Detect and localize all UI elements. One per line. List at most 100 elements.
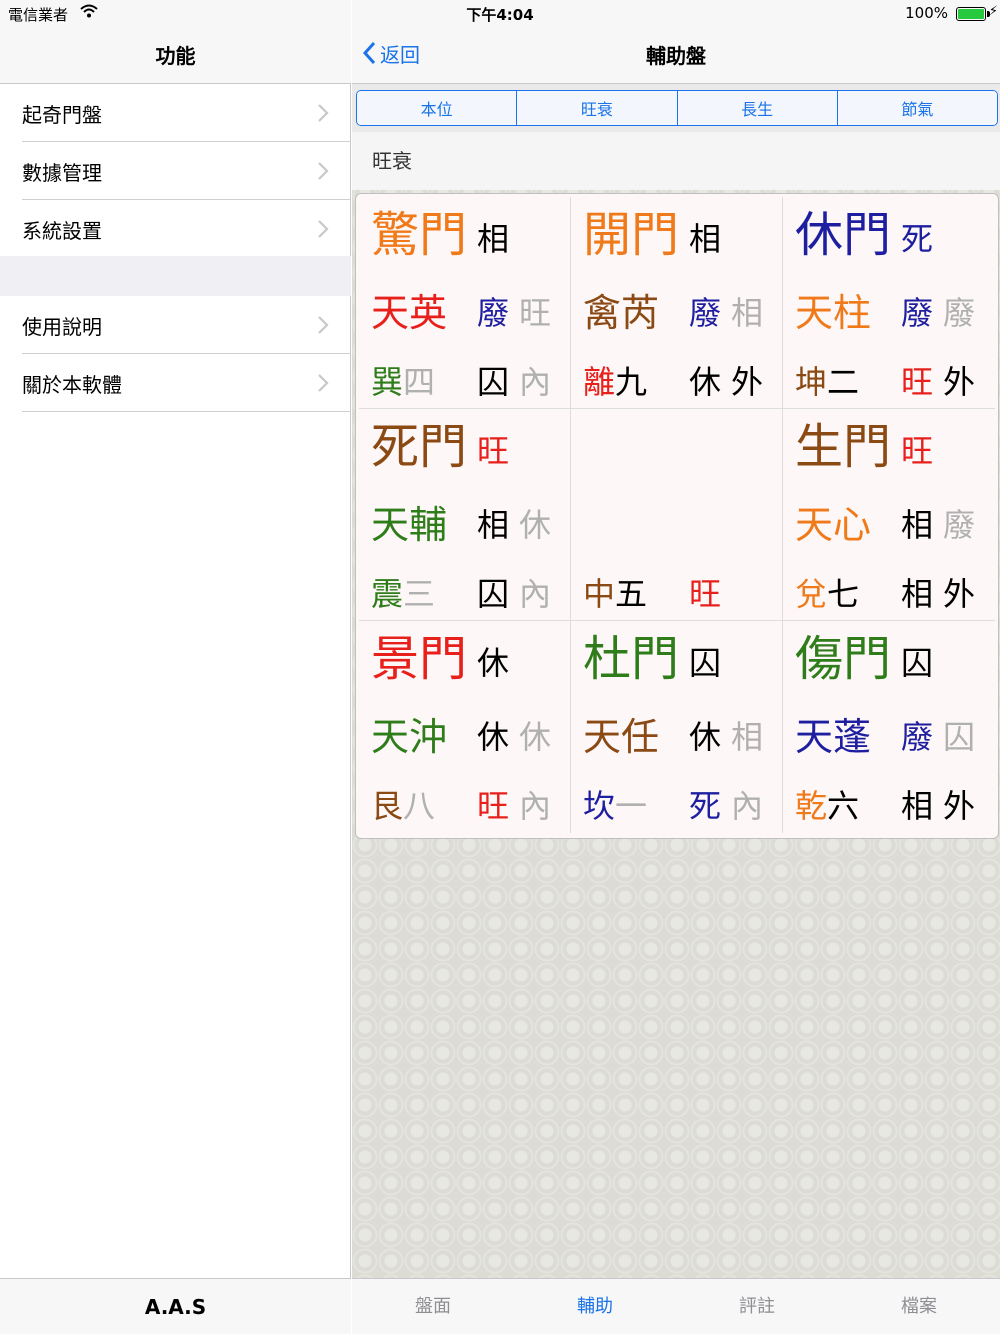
palace-s1: 相 — [901, 506, 934, 544]
palace-cell: 杜門囚天任休相坎一 死內 — [571, 621, 783, 833]
tab-files[interactable]: 檔案 — [838, 1279, 1000, 1334]
palace-star: 天英 — [371, 291, 448, 335]
palace-p1: 相 — [901, 575, 934, 613]
palace-star: 天柱 — [795, 291, 872, 335]
master-panel: 功能 起奇門盤 數據管理 系統設置 使用說明 關於本軟體 A.A.S — [0, 0, 351, 1334]
section-label: 旺衰 — [352, 132, 1000, 190]
battery-icon — [956, 7, 986, 21]
palace-s1: 相 — [477, 506, 510, 544]
palace-s2: 廢 — [943, 294, 976, 332]
palace-door: 景門 — [371, 631, 468, 687]
charging-icon: ⚡ — [988, 4, 998, 19]
palace-s2: 廢 — [943, 506, 976, 544]
segment-solar-terms[interactable]: 節氣 — [837, 91, 997, 125]
palace-pal: 震 — [371, 575, 404, 613]
palace-p2: 外 — [943, 787, 976, 825]
palace-s2: 相 — [731, 294, 764, 332]
palace-pal: 坎 — [583, 787, 616, 825]
palace-star: 禽芮 — [583, 291, 660, 335]
tab-bar: 盤面 輔助 評註 檔案 — [352, 1278, 1000, 1334]
menu-item-system-settings[interactable]: 系統設置 — [0, 200, 351, 258]
palace-door: 杜門 — [583, 631, 680, 687]
palace-cell: 休門死天柱廢廢坤二旺外 — [783, 197, 995, 409]
palace-cell: 死門旺天輔相休震三 囚內 — [359, 409, 571, 621]
clock-label: 下午4:04 — [466, 6, 534, 24]
tab-auxiliary[interactable]: 輔助 — [514, 1279, 676, 1334]
palace-doorState: 相 — [477, 220, 510, 258]
menu-item-about[interactable]: 關於本軟體 — [0, 354, 351, 412]
palace-s2: 休 — [519, 506, 552, 544]
menu-item-label: 使用說明 — [22, 314, 102, 339]
palace-p1: 旺 — [477, 787, 510, 825]
palace-pal: 巽 — [371, 363, 404, 401]
palace-cell: 生門旺天心相廢兌七 相外 — [783, 409, 995, 621]
menu-item-label: 系統設置 — [22, 218, 102, 243]
palace-s2: 休 — [519, 718, 552, 756]
detail-title: 輔助盤 — [646, 44, 706, 68]
segment-prosperity[interactable]: 旺衰 — [517, 91, 678, 125]
nine-palace-board: 驚門相天英廢旺巽四囚內開門相禽芮廢相離九休外休門死天柱廢廢坤二旺外死門旺天輔相休… — [355, 193, 999, 839]
palace-pal: 離 — [583, 363, 616, 401]
palace-star: 天沖 — [371, 715, 448, 759]
palace-num: 四 — [403, 363, 436, 401]
palace-star: 天輔 — [371, 503, 448, 547]
palace-s2: 囚 — [943, 718, 976, 756]
palace-s1: 廢 — [901, 718, 934, 756]
segmented-control: 本位 旺衰 長生 節氣 — [356, 90, 998, 126]
palace-p1: 囚 — [477, 575, 510, 613]
palace-p2: 內 — [519, 363, 552, 401]
palace-pal: 乾 — [795, 787, 828, 825]
menu-item-user-guide[interactable]: 使用說明 — [0, 296, 351, 354]
menu-item-data-management[interactable]: 數據管理 — [0, 142, 351, 200]
detail-panel: 返回 輔助盤 本位 旺衰 長生 節氣 旺衰 驚門相天英廢旺巽四囚內開門相禽芮廢相… — [352, 0, 1000, 1334]
palace-num: 三 — [403, 575, 436, 613]
palace-s1: 廢 — [901, 294, 934, 332]
palace-door: 死門 — [371, 419, 468, 475]
chevron-right-icon — [318, 374, 329, 392]
palace-star: 天蓬 — [795, 715, 872, 759]
menu-group-main: 起奇門盤 數據管理 系統設置 — [0, 84, 351, 258]
palace-p2: 內 — [731, 787, 764, 825]
palace-s2: 相 — [731, 718, 764, 756]
palace-num: 七 — [827, 575, 860, 613]
palace-s1: 休 — [689, 718, 722, 756]
palace-p1: 死 — [689, 787, 722, 825]
menu-item-label: 關於本軟體 — [22, 372, 122, 397]
palace-p1: 旺 — [901, 363, 934, 401]
palace-cell: 驚門相天英廢旺巽四 囚內 — [359, 197, 571, 409]
menu-item-label: 數據管理 — [22, 160, 102, 185]
palace-num: 五 — [615, 575, 648, 613]
palace-p1: 相 — [901, 787, 934, 825]
palace-pal: 艮 — [371, 787, 404, 825]
palace-doorState: 相 — [689, 220, 722, 258]
group-separator — [0, 256, 351, 296]
palace-doorState: 囚 — [689, 644, 722, 682]
chevron-right-icon — [318, 220, 329, 238]
palace-p2: 外 — [943, 363, 976, 401]
master-footer-tab[interactable]: A.A.S — [0, 1278, 351, 1334]
palace-p1: 休 — [689, 363, 722, 401]
palace-p1: 囚 — [477, 363, 510, 401]
palace-doorState: 死 — [901, 220, 934, 258]
segment-growth[interactable]: 長生 — [677, 91, 838, 125]
palace-num: 二 — [827, 363, 860, 401]
master-title: 功能 — [155, 44, 196, 68]
tab-comments[interactable]: 評註 — [676, 1279, 838, 1334]
segment-base[interactable]: 本位 — [357, 91, 518, 125]
palace-p2: 內 — [519, 575, 552, 613]
palace-s2: 旺 — [519, 294, 552, 332]
menu-item-qimen-board[interactable]: 起奇門盤 — [0, 84, 351, 142]
palace-p2: 外 — [731, 363, 764, 401]
palace-doorState: 旺 — [901, 432, 934, 470]
chevron-right-icon — [318, 316, 329, 334]
palace-cell: 傷門囚天蓬廢囚乾六相外 — [783, 621, 995, 833]
palace-p2: 內 — [519, 787, 552, 825]
palace-s1: 廢 — [477, 294, 510, 332]
tab-board[interactable]: 盤面 — [352, 1279, 514, 1334]
palace-p2: 外 — [943, 575, 976, 613]
palace-door: 開門 — [583, 207, 680, 263]
palace-pal: 中 — [583, 575, 616, 613]
palace-cell: 景門休天沖休休艮八旺內 — [359, 621, 571, 833]
palace-star: 天任 — [583, 715, 660, 759]
palace-pal: 坤 — [795, 363, 828, 401]
